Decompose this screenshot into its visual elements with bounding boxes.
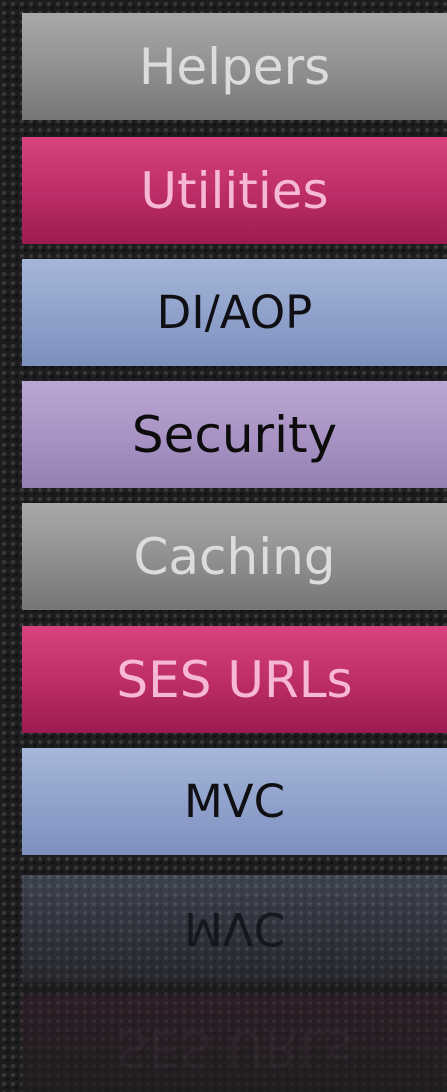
layer-label: SES URLs xyxy=(116,650,353,709)
layer-utilities: Utilities xyxy=(22,137,447,244)
layer-label: DI/AOP xyxy=(156,286,313,339)
mirror-reflection: MVC SES URLs xyxy=(22,865,447,1092)
layer-label: Helpers xyxy=(138,37,331,96)
reflection-label: MVC xyxy=(183,902,286,955)
reflection-mvc: MVC xyxy=(22,875,447,982)
reflection-label: SES URLs xyxy=(116,1019,353,1078)
layer-caching: Caching xyxy=(22,503,447,610)
layer-label: Security xyxy=(131,405,338,464)
layer-security: Security xyxy=(22,381,447,488)
layer-label: MVC xyxy=(183,775,286,828)
layer-di-aop: DI/AOP xyxy=(22,259,447,366)
reflection-ses-urls: SES URLs xyxy=(22,995,447,1092)
layer-label: Caching xyxy=(133,527,336,586)
layer-mvc: MVC xyxy=(22,748,447,855)
layer-helpers: Helpers xyxy=(22,13,447,120)
layer-ses-urls: SES URLs xyxy=(22,626,447,733)
layer-label: Utilities xyxy=(140,161,329,220)
